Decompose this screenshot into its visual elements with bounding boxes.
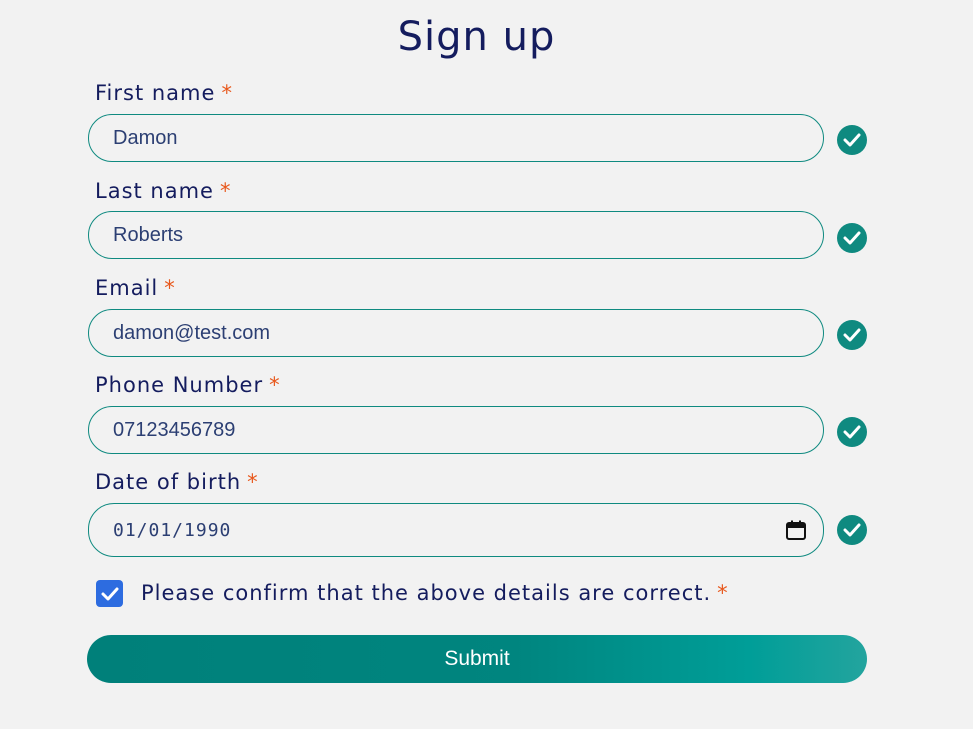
required-marker: * <box>221 81 233 105</box>
phone-input[interactable]: 07123456789 <box>88 406 824 454</box>
dob-input[interactable]: 01/01/1990 <box>88 503 824 557</box>
dob-label: Date of birth * <box>95 470 259 494</box>
last-name-label-text: Last name <box>95 179 214 203</box>
valid-check-icon <box>837 417 867 447</box>
submit-button[interactable]: Submit <box>87 635 867 683</box>
required-marker: * <box>717 581 729 605</box>
confirm-checkbox[interactable] <box>96 580 123 607</box>
confirm-label: Please confirm that the above details ar… <box>141 580 729 606</box>
phone-label: Phone Number * <box>95 373 281 397</box>
dob-label-text: Date of birth <box>95 470 242 494</box>
email-label-text: Email <box>95 276 159 300</box>
dob-value: 01/01/1990 <box>113 519 232 541</box>
first-name-label-text: First name <box>95 81 216 105</box>
phone-label-text: Phone Number <box>95 373 264 397</box>
valid-check-icon <box>837 515 867 545</box>
required-marker: * <box>269 373 281 397</box>
required-marker: * <box>164 276 176 300</box>
first-name-label: First name * <box>95 81 233 105</box>
required-marker: * <box>247 470 259 494</box>
last-name-input[interactable]: Roberts <box>88 211 824 259</box>
calendar-icon[interactable] <box>785 519 807 541</box>
signup-title: Sign up <box>397 14 556 60</box>
last-name-label: Last name * <box>95 179 231 203</box>
required-marker: * <box>219 179 232 203</box>
email-input[interactable]: damon@test.com <box>88 309 824 357</box>
email-label: Email * <box>95 276 176 300</box>
valid-check-icon <box>837 125 867 155</box>
valid-check-icon <box>837 223 867 253</box>
confirm-label-text: Please confirm that the above details ar… <box>141 581 712 605</box>
valid-check-icon <box>837 320 867 350</box>
first-name-input[interactable]: Damon <box>88 114 824 162</box>
